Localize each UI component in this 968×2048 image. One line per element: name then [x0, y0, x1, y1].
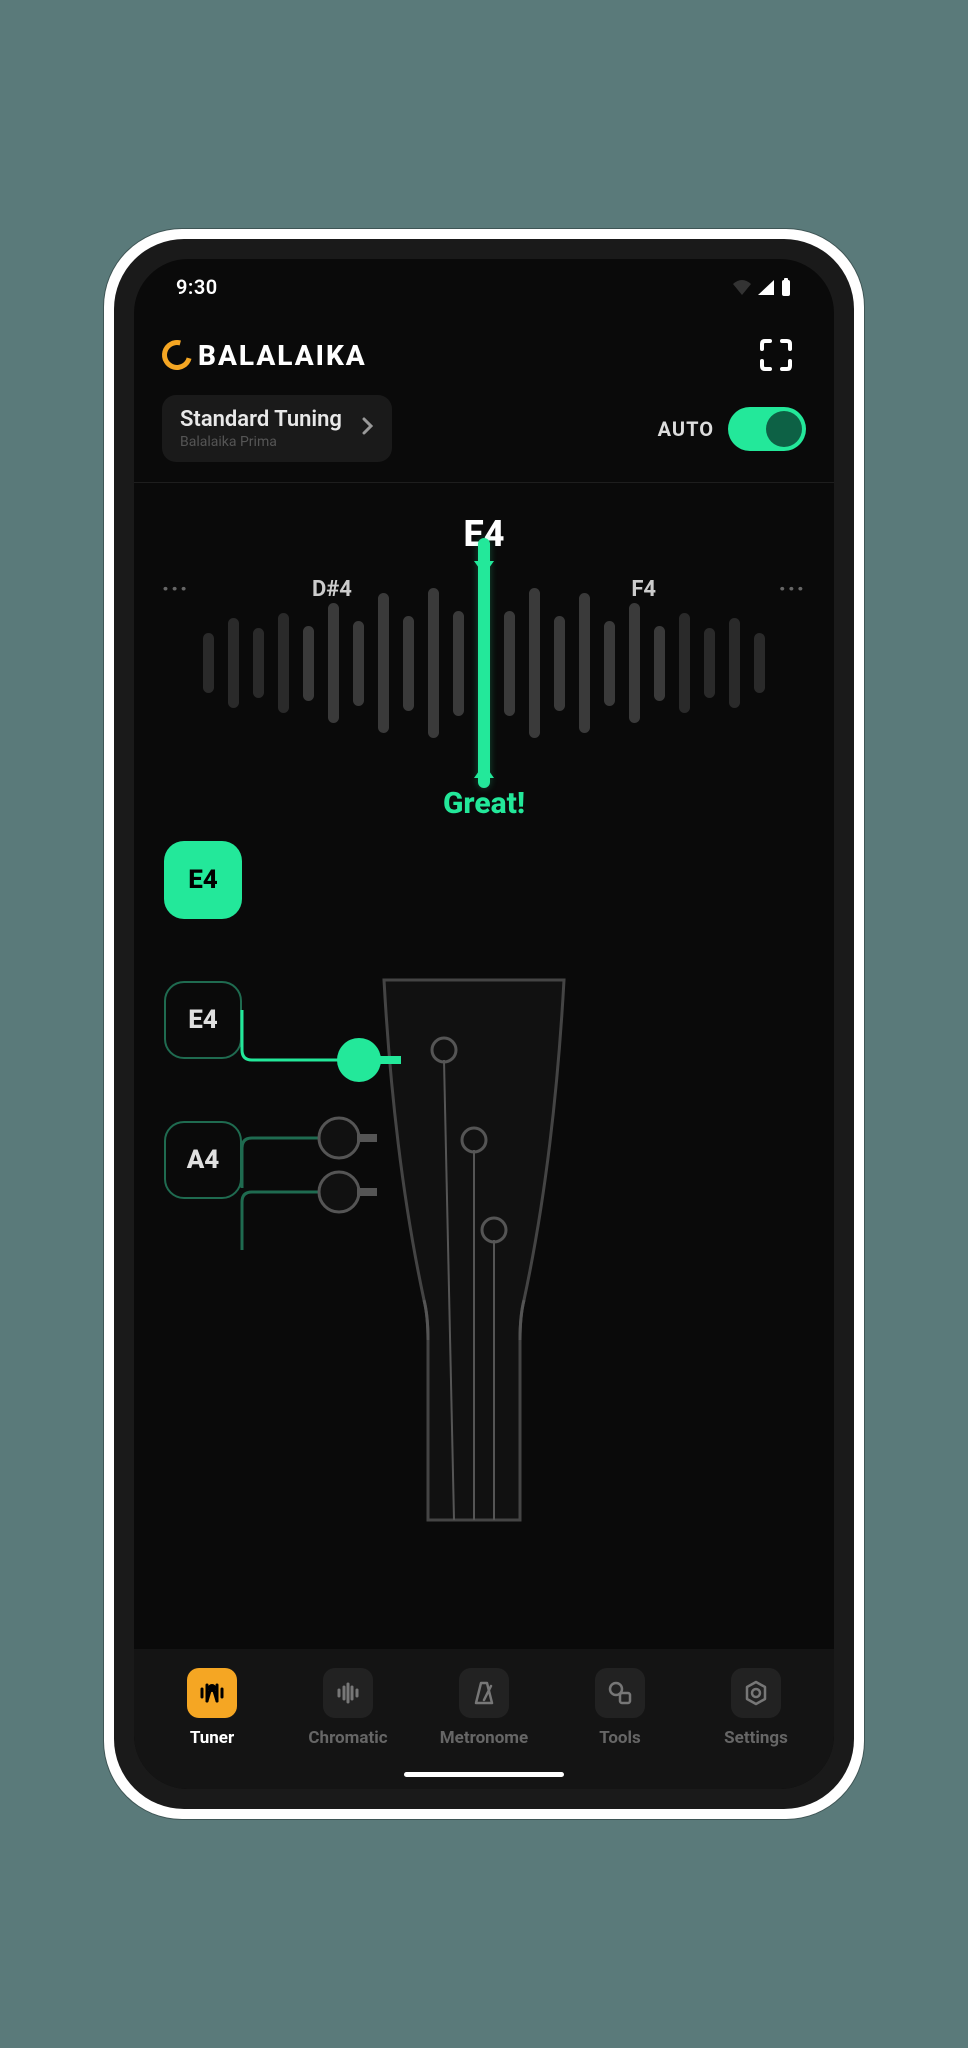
phone-frame: 9:30 BALALAIKA	[104, 229, 864, 1819]
nav-settings[interactable]: Settings	[696, 1668, 816, 1748]
tuner-icon	[187, 1668, 237, 1718]
battery-icon	[780, 278, 792, 296]
tuner-meter: E4 ··· D#4 X F4 ···	[134, 483, 834, 831]
nav-label: Chromatic	[308, 1728, 387, 1748]
fullscreen-button[interactable]	[756, 335, 796, 375]
toggle-knob	[766, 411, 802, 447]
nav-metronome[interactable]: Metronome	[424, 1668, 544, 1748]
string-peg-3[interactable]: A4	[164, 1121, 242, 1199]
tuning-status: Great!	[160, 786, 808, 821]
chromatic-icon	[323, 1668, 373, 1718]
string-peg-1[interactable]: E4	[164, 841, 242, 919]
status-bar: 9:30	[134, 259, 834, 315]
string-peg-2[interactable]: E4	[164, 981, 242, 1059]
home-indicator[interactable]	[404, 1772, 564, 1777]
app-title-block: BALALAIKA	[162, 339, 367, 372]
nav-label: Metronome	[440, 1728, 528, 1748]
nav-chromatic[interactable]: Chromatic	[288, 1668, 408, 1748]
status-icons	[732, 278, 792, 296]
clock: 9:30	[176, 275, 218, 299]
headstock-graphic	[134, 831, 834, 1649]
instrument-zone: E4 E4 A4	[134, 831, 834, 1649]
tuning-name: Standard Tuning	[180, 407, 342, 432]
nav-label: Settings	[724, 1728, 788, 1748]
nav-label: Tuner	[190, 1728, 234, 1748]
app-title: BALALAIKA	[198, 339, 367, 372]
auto-label: AUTO	[658, 417, 714, 441]
app-screen: 9:30 BALALAIKA	[134, 259, 834, 1789]
fullscreen-icon	[759, 338, 793, 372]
app-header: BALALAIKA	[134, 315, 834, 395]
app-logo-icon	[157, 335, 198, 376]
nav-tools[interactable]: Tools	[560, 1668, 680, 1748]
pitch-bars	[160, 568, 808, 758]
chevron-right-icon	[362, 417, 374, 440]
tuning-subtitle: Balalaika Prima	[180, 434, 342, 450]
wifi-icon	[732, 279, 752, 295]
tuning-row: Standard Tuning Balalaika Prima AUTO	[134, 395, 834, 482]
auto-toggle[interactable]	[728, 407, 806, 451]
bottom-nav: Tuner Chromatic Metronome	[134, 1649, 834, 1789]
center-indicator	[478, 538, 490, 788]
nav-tuner[interactable]: Tuner	[152, 1668, 272, 1748]
tools-icon	[595, 1668, 645, 1718]
signal-icon	[756, 279, 776, 295]
settings-icon	[731, 1668, 781, 1718]
tuning-selector[interactable]: Standard Tuning Balalaika Prima	[162, 395, 392, 462]
nav-label: Tools	[599, 1728, 641, 1748]
metronome-icon	[459, 1668, 509, 1718]
